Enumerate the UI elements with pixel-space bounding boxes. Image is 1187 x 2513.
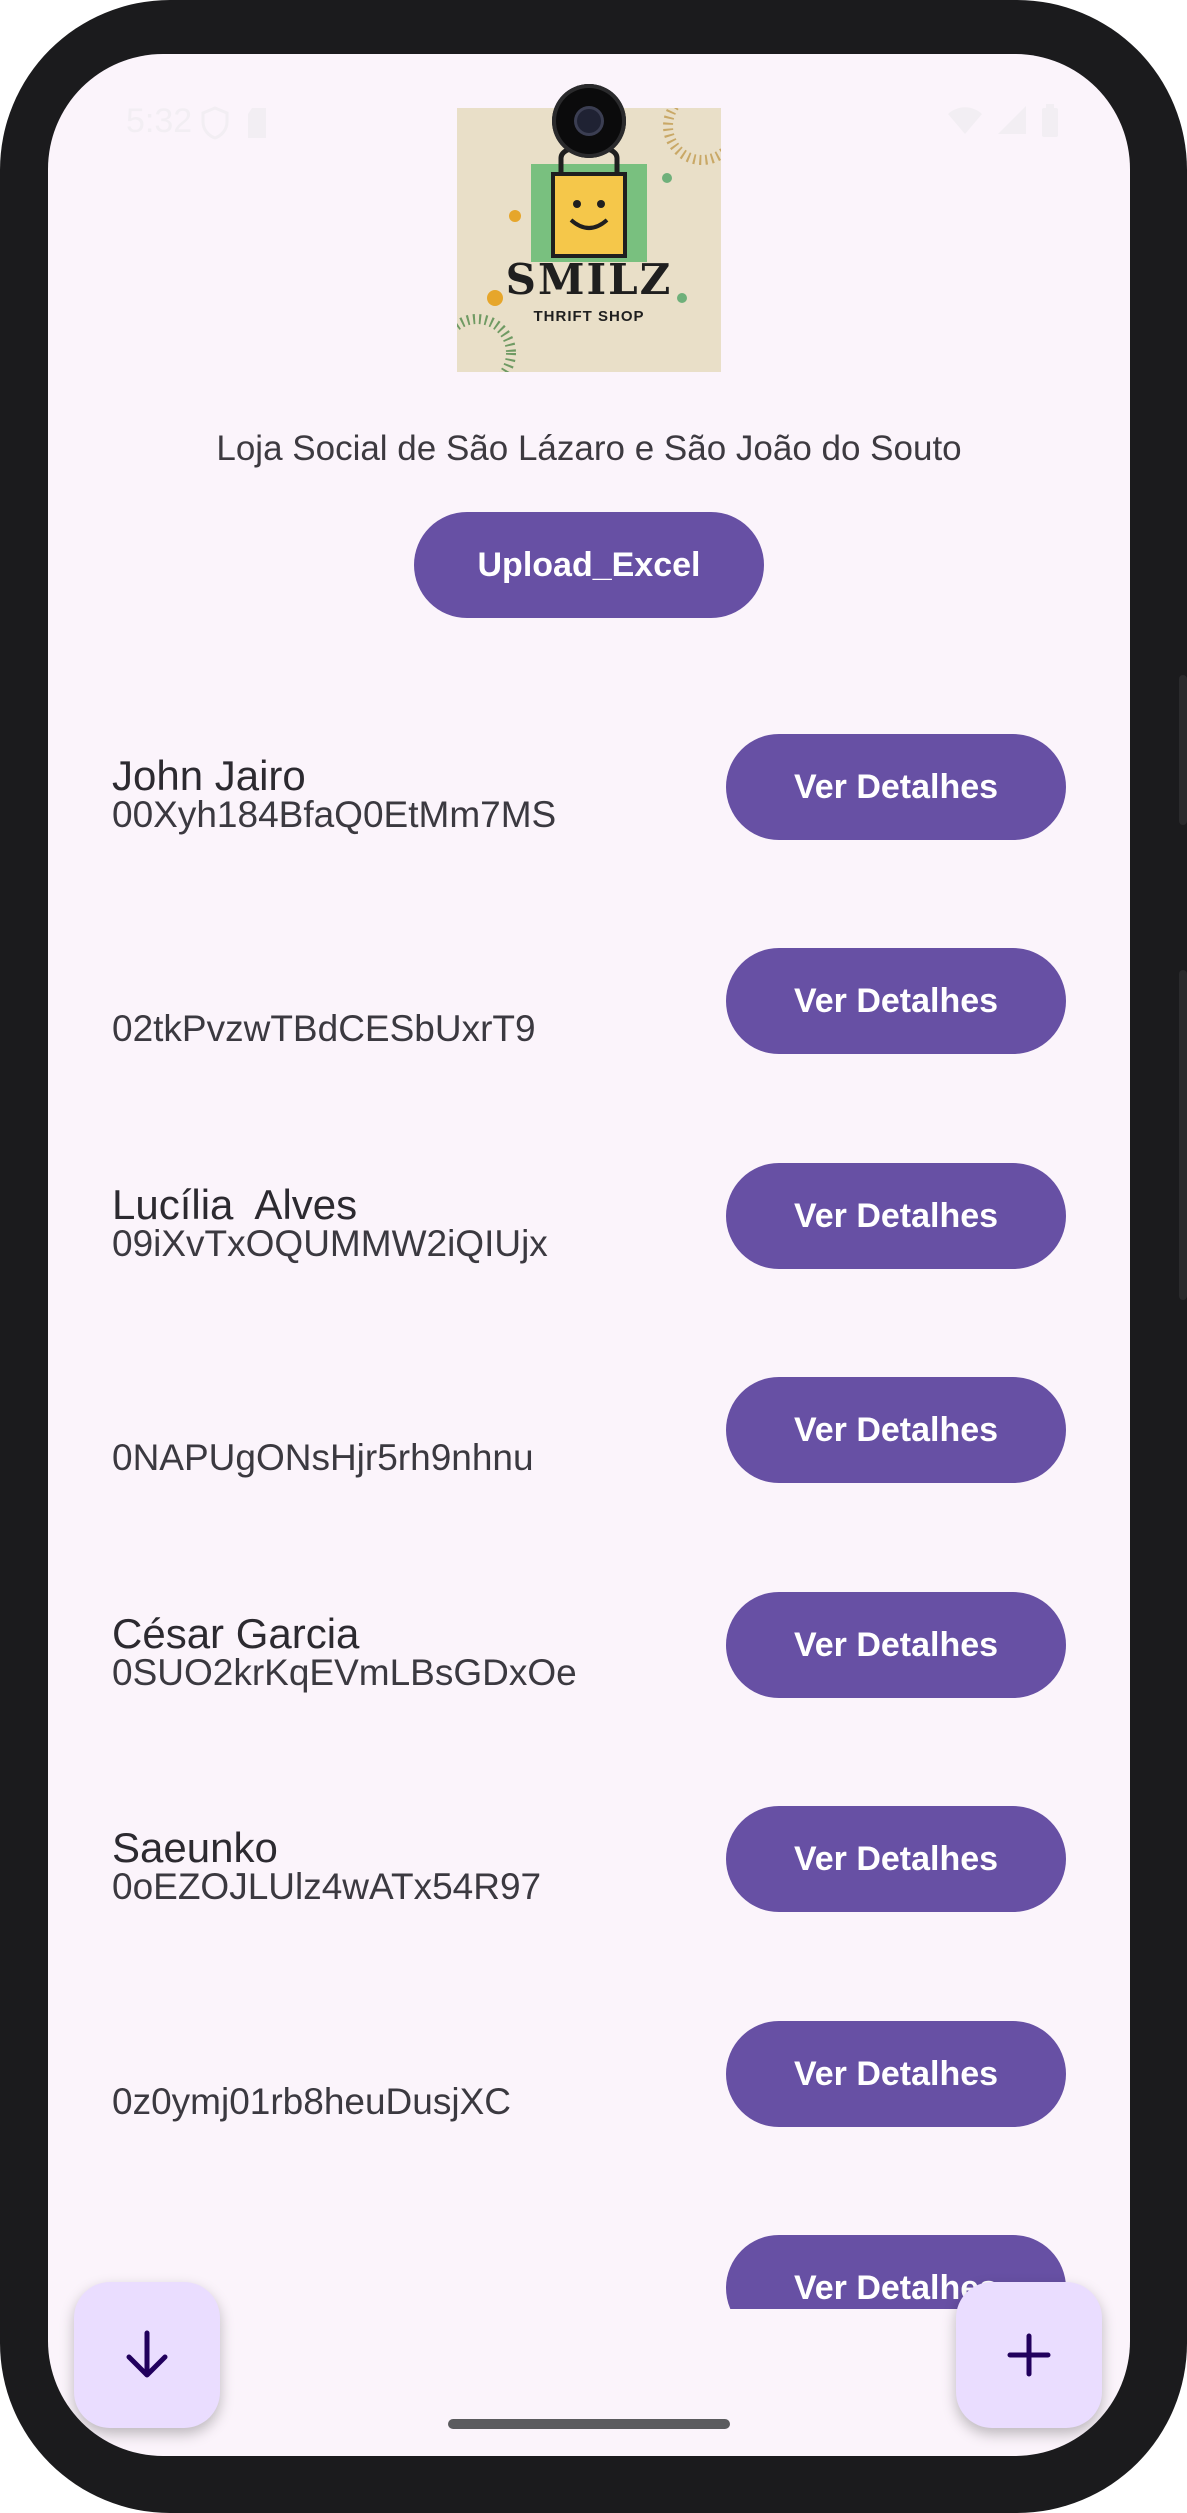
item-name: César Garcia: [112, 1610, 360, 1657]
status-system-icons: [946, 104, 1060, 138]
item-id: 00Xyh184BfaQ0EtMm7MS: [112, 794, 557, 835]
view-details-button[interactable]: Ver Detalhes: [726, 2021, 1066, 2127]
battery-icon: [1042, 104, 1058, 137]
item-id: 0z0ymj01rb8heuDusjXC: [112, 2081, 511, 2122]
list-item: John Jairo 00Xyh184BfaQ0EtMm7MS Ver Deta…: [48, 674, 1130, 888]
item-name: John Jairo: [112, 752, 306, 799]
item-id: 0NAPUgONsHjr5rh9nhnu: [112, 1437, 534, 1478]
volume-button: [1179, 970, 1187, 1300]
store-name: Loja Social de São Lázaro e São João do …: [216, 429, 962, 468]
list-item: César Garcia 0SUO2krKqEVmLBsGDxOe Ver De…: [48, 1532, 1130, 1746]
list-item: 02tkPvzwTBdCESbUxrT9 Ver Detalhes: [48, 888, 1130, 1102]
list-item: 0z0ymj01rb8heuDusjXC Ver Detalhes: [48, 1961, 1130, 2175]
item-id: 0oEZOJLUlz4wATx54R97: [112, 1866, 542, 1907]
signal-icon: [998, 106, 1026, 134]
download-fab[interactable]: [74, 2282, 220, 2428]
view-details-button[interactable]: Ver Detalhes: [726, 1163, 1066, 1269]
item-id: 02tkPvzwTBdCESbUxrT9: [112, 1008, 536, 1049]
plus-icon: [1007, 2333, 1051, 2377]
sim-card-icon: [248, 108, 266, 138]
upload-excel-button[interactable]: Upload_Excel: [414, 512, 764, 618]
logo-subtitle: THRIFT SHOP: [533, 308, 645, 325]
view-details-button[interactable]: Ver Detalhes: [726, 948, 1066, 1054]
home-indicator[interactable]: [448, 2419, 730, 2429]
beneficiary-list[interactable]: John Jairo 00Xyh184BfaQ0EtMm7MS Ver Deta…: [48, 674, 1130, 2309]
app-screen: 5:32 SMILZ THRIFT SHOP Loja Social de Sã…: [48, 54, 1130, 2456]
phone-frame: 5:32 SMILZ THRIFT SHOP Loja Social de Sã…: [0, 0, 1187, 2513]
item-name: Saeunko: [112, 1824, 278, 1871]
item-id: 0SUO2krKqEVmLBsGDxOe: [112, 1652, 577, 1693]
logo-title: SMILZ: [505, 255, 673, 304]
wifi-icon: [948, 107, 982, 134]
list-item: Ver Detalhes: [48, 2175, 1130, 2309]
list-item: 0NAPUgONsHjr5rh9nhnu Ver Detalhes: [48, 1317, 1130, 1531]
list-item: Lucília Alves 09iXvTxOQUMMW2iQIUjx Ver D…: [48, 1103, 1130, 1317]
status-time: 5:32: [126, 102, 193, 140]
view-details-button[interactable]: Ver Detalhes: [726, 1377, 1066, 1483]
camera-lens: [577, 109, 601, 133]
shield-icon: [201, 106, 229, 140]
item-id: 09iXvTxOQUMMW2iQIUjx: [112, 1223, 548, 1264]
list-item: Saeunko 0oEZOJLUlz4wATx54R97 Ver Detalhe…: [48, 1746, 1130, 1960]
power-button: [1179, 675, 1187, 825]
view-details-button[interactable]: Ver Detalhes: [726, 734, 1066, 840]
status-notification-icons: [200, 106, 270, 140]
item-name: Lucília Alves: [112, 1181, 358, 1228]
arrow-down-icon: [126, 2330, 168, 2378]
view-details-button[interactable]: Ver Detalhes: [726, 1806, 1066, 1912]
front-camera: [552, 84, 626, 158]
view-details-button[interactable]: Ver Detalhes: [726, 1592, 1066, 1698]
add-fab[interactable]: [956, 2282, 1102, 2428]
